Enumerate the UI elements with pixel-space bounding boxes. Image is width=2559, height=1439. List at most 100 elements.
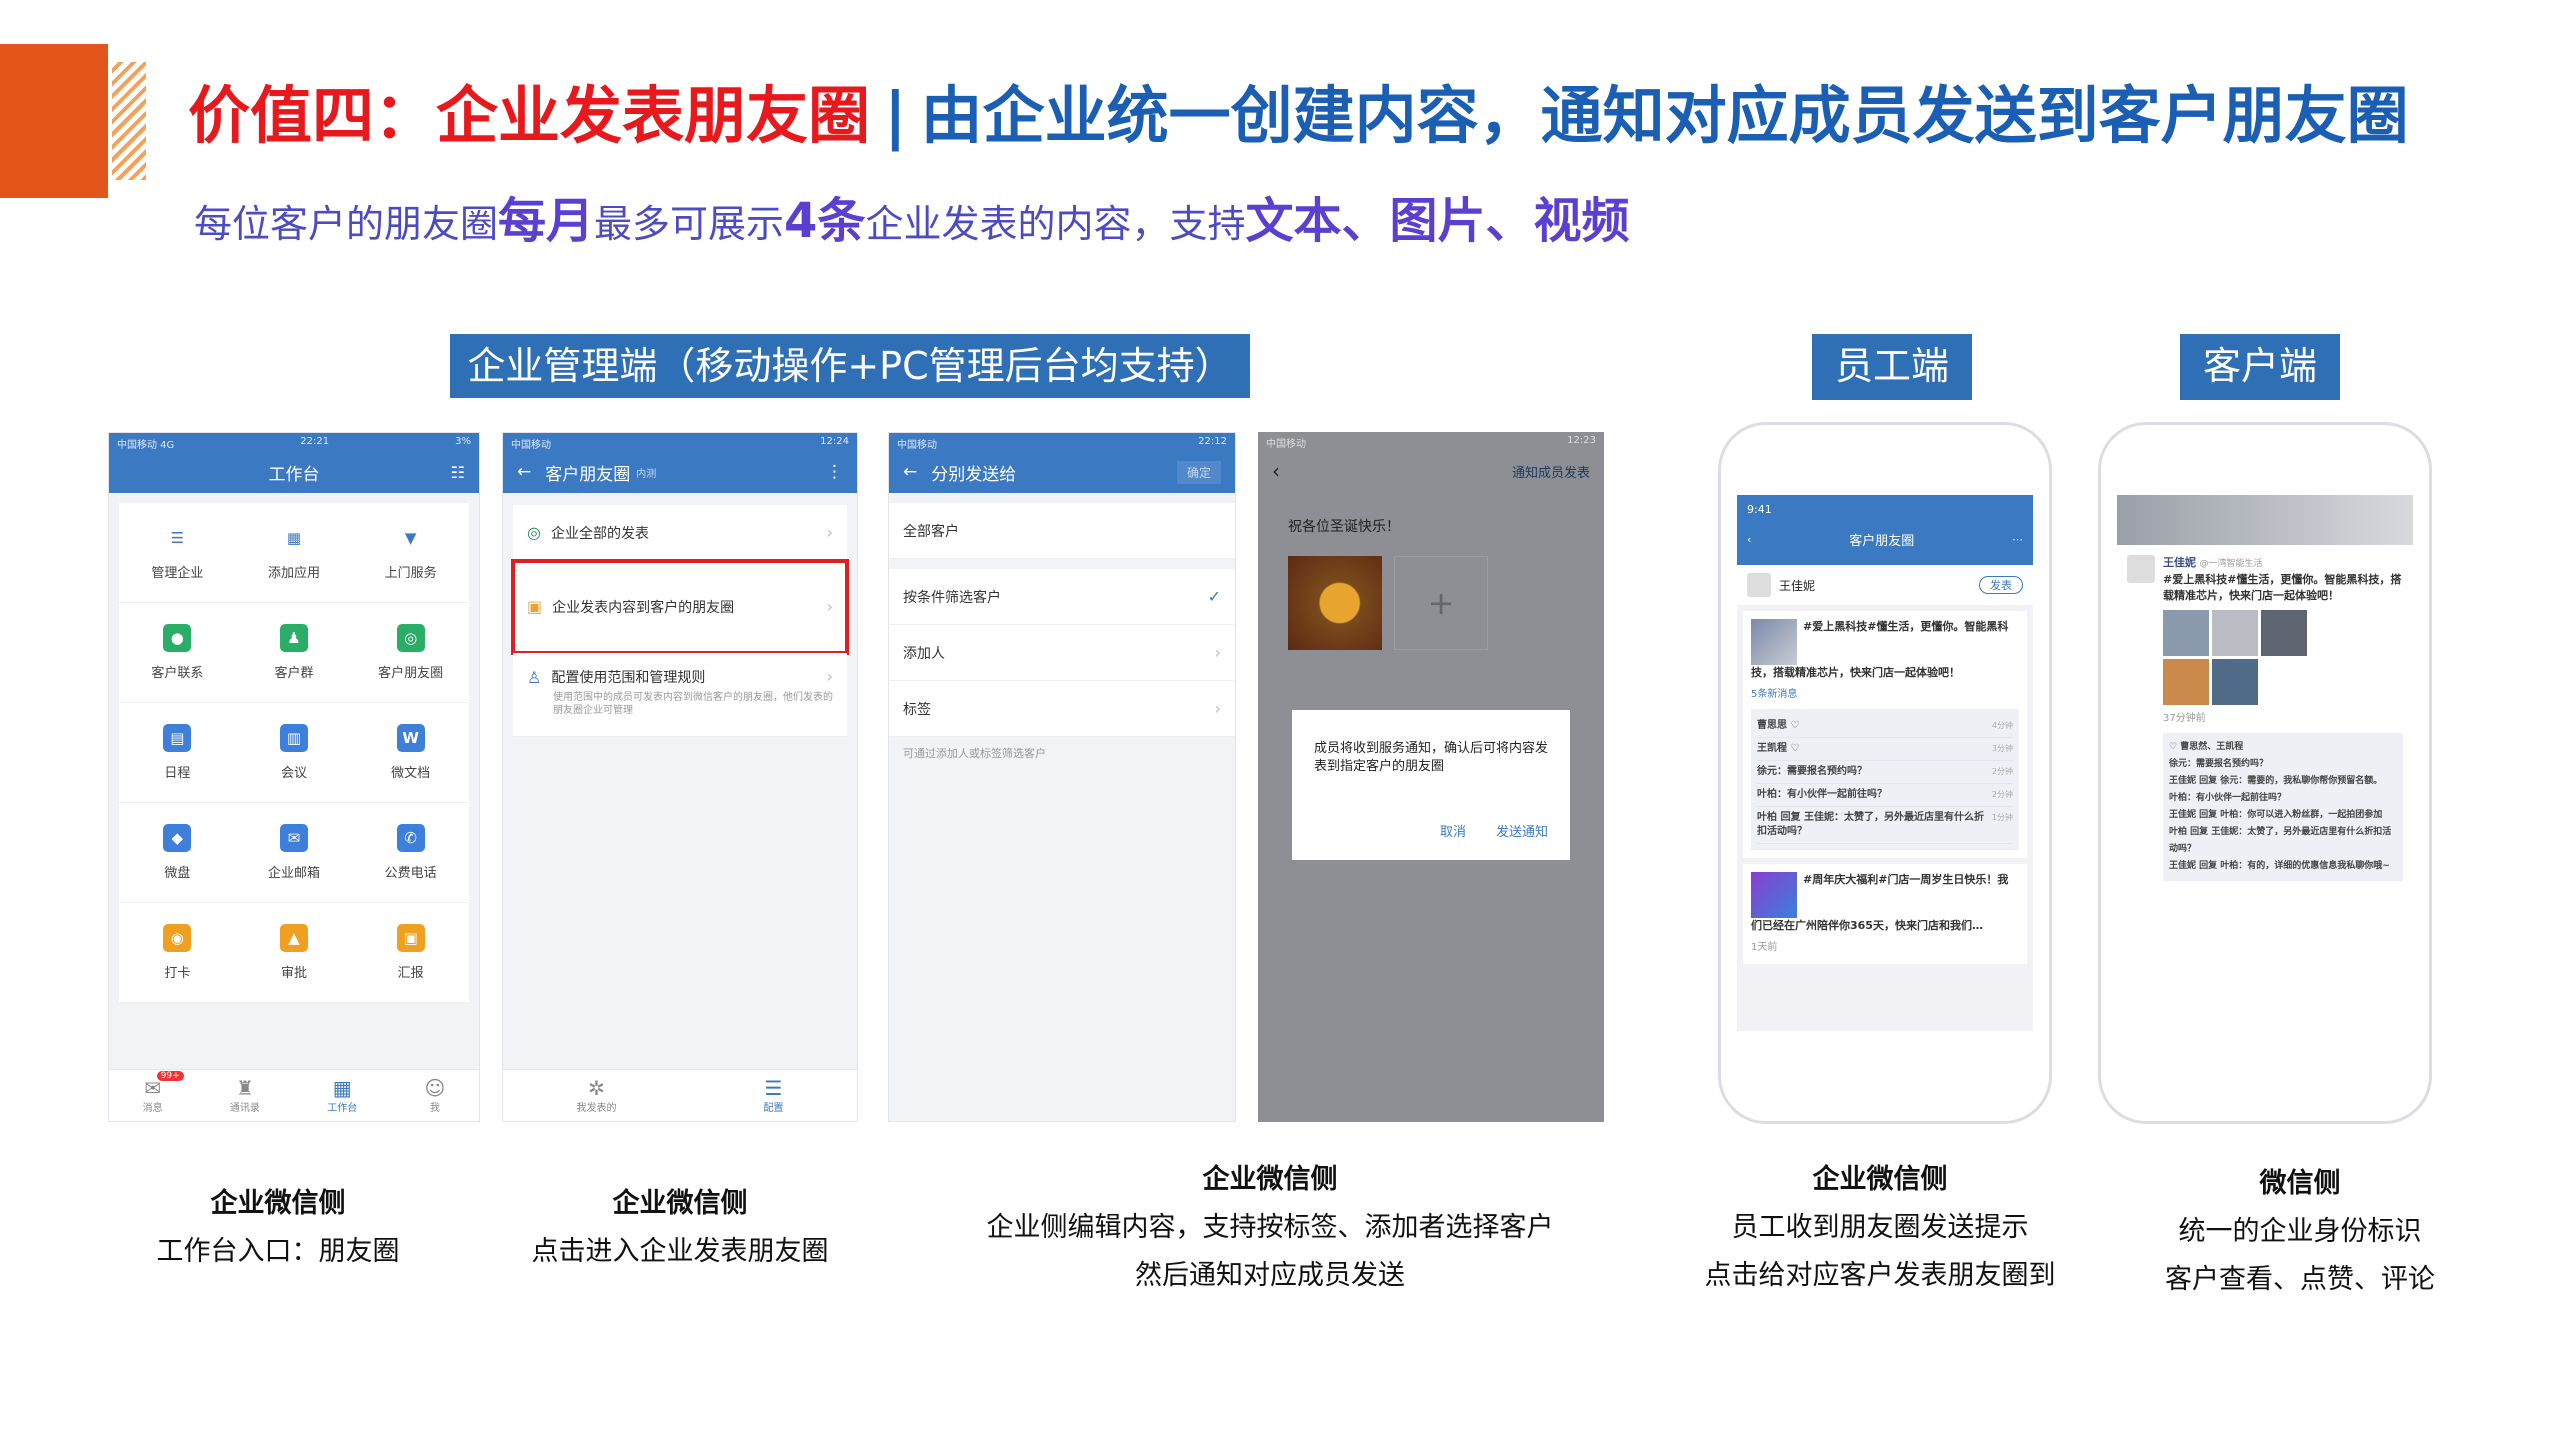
send-notify-button[interactable]: 发送通知 (1496, 821, 1548, 840)
tab-me[interactable]: ☺ 我 (424, 1077, 445, 1114)
caption-1: 企业微信侧 工作台入口：朋友圈 (88, 1180, 468, 1276)
row-all-posts[interactable]: ◎ 企业全部的发表 › (513, 505, 847, 561)
sliders-icon: ☰ (170, 529, 185, 547)
media-row: + (1258, 556, 1604, 650)
app-item[interactable]: ♟ 客户群 (235, 603, 353, 703)
confirm-button[interactable]: 确定 (1176, 460, 1221, 484)
back-icon[interactable]: ← (517, 462, 531, 482)
comment-time: 4分钟 (1991, 721, 2013, 730)
image-grid (2163, 610, 2403, 705)
calendar-icon: ▤ (163, 724, 192, 752)
more-icon[interactable]: ⋯ (2012, 533, 2023, 546)
group-icon: ♟ (279, 624, 308, 652)
publish-button[interactable]: 发表 (1979, 576, 2023, 594)
grid-add-icon: ▦ (286, 529, 302, 547)
more-icon[interactable]: ⋮ (826, 462, 843, 482)
nav-title: 客户朋友圈 (1849, 534, 1915, 549)
user-settings-icon: ♙ (527, 667, 542, 687)
filter-hint: 可通过添加人或标签筛选客户 (903, 747, 1046, 760)
comment-time: 2分钟 (1991, 790, 2013, 799)
caption-head: 企业微信侧 (210, 1188, 346, 1219)
row-head: ♙ 配置使用范围和管理规则 (527, 667, 705, 687)
app-item[interactable]: ▦ 添加应用 (235, 503, 353, 603)
phone2-header: 中国移动 12:24 ← 客户朋友圈 内测 ⋮ (503, 433, 857, 493)
tab-messages[interactable]: ✉ 消息 99+ (142, 1071, 184, 1114)
avatar (2127, 555, 2155, 583)
post-image (2212, 610, 2258, 656)
app-label: 打卡 (164, 966, 191, 981)
comment-text: 叶柏：有小伙伴一起前往吗？ (1757, 789, 1887, 800)
doc-icon: W (396, 724, 425, 752)
tab-label: 我发表的 (576, 1103, 617, 1114)
dialog-actions: 取消 发送通知 (1440, 821, 1548, 840)
tab-label: 通讯录 (229, 1103, 260, 1114)
page-title: 价值四：企业发表朋友圈 | 由企业统一创建内容，通知对应成员发送到客户朋友圈 (188, 66, 2409, 166)
status-bar: 中国移动 12:23 (1258, 432, 1604, 450)
post-card: #周年庆大福利#门店一周岁生日快乐！我们已经在广州陪伴你365天，快来门店和我们… (1743, 864, 2027, 964)
app-item[interactable]: ◆ 微盘 (119, 803, 236, 903)
app-label: 上门服务 (384, 566, 437, 581)
post-head: 王佳妮 @一湾智能生活 #爱上黑科技#懂生活，更懂你。智能黑科技，搭载精准芯片，… (2127, 555, 2403, 881)
row-publish-to-customer[interactable]: ▣ 企业发表内容到客户的朋友圈 › (511, 559, 849, 655)
back-icon[interactable]: ‹ (1272, 459, 1280, 483)
app-item[interactable]: ▼ 上门服务 (352, 503, 469, 603)
tab-label: 我 (429, 1103, 440, 1114)
comment-row: 王佳妮 回复 叶柏：有的，详细的优惠信息我私聊你哦~ (2169, 861, 2390, 871)
nav-bar: ‹ 客户朋友圈 ⋯ (1747, 530, 2023, 549)
label-employee: 员工端 (1812, 334, 1972, 400)
settings-icon[interactable]: ☷ (451, 463, 465, 482)
comment-text: 王凯程 ♡ (1757, 743, 1800, 754)
app-item[interactable]: ✆ 公费电话 (352, 803, 469, 903)
status-time: 12:23 (1567, 435, 1596, 446)
cancel-button[interactable]: 取消 (1440, 821, 1466, 840)
app-item[interactable]: W 微文档 (352, 703, 469, 803)
row-label: 配置使用范围和管理规则 (551, 670, 706, 686)
row-label: 全部客户 (903, 523, 959, 540)
camera-icon: ▣ (527, 597, 543, 616)
status-bar: 中国移动 22:12 (889, 433, 1235, 451)
nav-title: 分别发送给 (931, 464, 1017, 485)
app-item[interactable]: ◎ 客户朋友圈 (352, 603, 469, 703)
comment-text: 徐元：需要报名预约吗？ (1757, 766, 1867, 777)
app-item[interactable]: ◉ 打卡 (119, 903, 236, 1003)
option-adder[interactable]: 添加人 › (889, 625, 1235, 681)
app-item[interactable]: ● 客户联系 (119, 603, 236, 703)
option-all-customers[interactable]: 全部客户 (889, 503, 1235, 559)
back-icon[interactable]: ‹ (1747, 533, 1751, 546)
accent-block (0, 44, 108, 198)
carrier: 中国移动 (897, 440, 937, 451)
notify-members-link[interactable]: 通知成员发表 (1512, 462, 1590, 481)
check-icon: ✓ (1207, 587, 1221, 606)
subtitle-bold: 4条 (784, 193, 866, 249)
app-item[interactable]: ▣ 汇报 (352, 903, 469, 1003)
app-label: 汇报 (397, 966, 424, 981)
app-label: 管理企业 (151, 566, 204, 581)
option-tags[interactable]: 标签 › (889, 681, 1235, 737)
add-image-button[interactable]: + (1394, 556, 1488, 650)
row-label: 标签 (903, 701, 931, 718)
option-filter-customers[interactable]: 按条件筛选客户 ✓ (889, 569, 1235, 625)
tab-workbench[interactable]: ▦ 工作台 (327, 1077, 357, 1114)
user-name: 王佳妮 (2163, 556, 2196, 569)
app-item[interactable]: ▤ 日程 (119, 703, 236, 803)
comment-time: 2分钟 (1991, 767, 2013, 776)
row-description: 使用范围中的成员可发表内容到微信客户的朋友圈，他们发表的朋友圈企业可管理 (553, 692, 833, 716)
app-item[interactable]: ▲ 审批 (235, 903, 353, 1003)
moment-post: 王佳妮 @一湾智能生活 #爱上黑科技#懂生活，更懂你。智能黑科技，搭载精准芯片，… (2117, 545, 2413, 891)
caption-line: 企业侧编辑内容，支持按标签、添加者选择客户 (986, 1212, 1554, 1243)
app-item[interactable]: ✉ 企业邮箱 (235, 803, 353, 903)
tab-contacts[interactable]: ♜ 通讯录 (230, 1077, 260, 1114)
title-part1: 价值四：企业发表朋友圈 (188, 79, 871, 152)
app-item[interactable]: ☰ 管理企业 (119, 503, 236, 603)
tie-icon: ▼ (404, 529, 417, 547)
app-item[interactable]: ▥ 会议 (235, 703, 353, 803)
post-image (1288, 556, 1382, 650)
tab-label: 消息 (142, 1103, 163, 1114)
app-grid: ☰ 管理企业 ▦ 添加应用 ▼ 上门服务 ● 客户联系 ♟ 客户群 ◎ 客户朋友圈 ▤ 日程 ▥ 会议 W 微文档… (119, 503, 469, 1003)
tab-config[interactable]: ☰ 配置 (764, 1077, 784, 1114)
tab-my-posts[interactable]: ✲ 我发表的 (577, 1077, 617, 1114)
back-icon[interactable]: ← (903, 462, 917, 482)
phone-customer: 王佳妮 @一湾智能生活 #爱上黑科技#懂生活，更懂你。智能黑科技，搭载精准芯片，… (2098, 422, 2432, 1124)
row-config-rules[interactable]: ♙ 配置使用范围和管理规则 使用范围中的成员可发表内容到微信客户的朋友圈，他们发表… (513, 653, 847, 737)
caption-5: 微信侧 统一的企业身份标识 客户查看、点赞、评论 (2110, 1160, 2490, 1304)
